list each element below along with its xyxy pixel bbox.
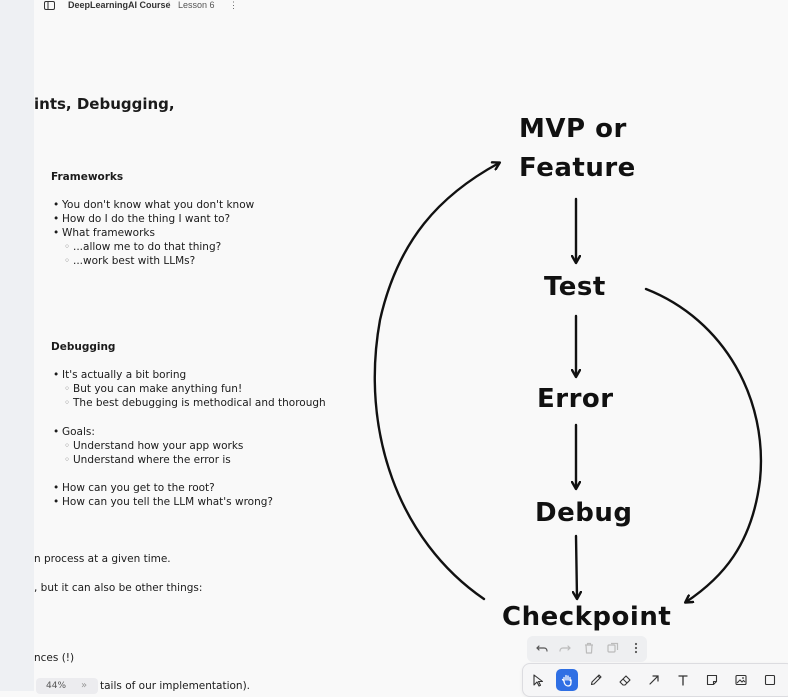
arrow-tool[interactable]: [643, 669, 665, 691]
arrow-checkpoint-to-mvp: [373, 163, 499, 601]
hand-icon: [561, 674, 572, 687]
select-tool[interactable]: [527, 669, 549, 691]
frame-tool[interactable]: [759, 669, 781, 691]
eraser-tool[interactable]: [614, 669, 636, 691]
flow-node-error: Error: [537, 384, 614, 414]
arrow-test-to-checkpoint: [644, 287, 763, 602]
flow-node-feature: Feature: [519, 153, 636, 183]
pen-tool[interactable]: [585, 669, 607, 691]
arrow-icon: [649, 675, 659, 685]
cursor-icon: [533, 674, 544, 687]
text-tool[interactable]: [672, 669, 694, 691]
flow-node-checkpoint: Checkpoint: [502, 602, 672, 632]
flow-node-debug: Debug: [535, 498, 633, 528]
action-bar: [527, 636, 647, 662]
flow-node-test: Test: [544, 272, 606, 302]
image-tool[interactable]: [730, 669, 752, 691]
pencil-icon: [590, 674, 602, 686]
redo-icon[interactable]: [558, 641, 572, 655]
rectangle-icon: [764, 674, 776, 686]
drawing-toolbar: [522, 663, 788, 697]
eraser-icon: [619, 675, 631, 686]
more-actions-icon[interactable]: [629, 641, 643, 655]
sticky-note-icon: [706, 674, 718, 686]
arrow-debug-to-checkpoint: [576, 534, 577, 598]
collapse-icon[interactable]: »: [81, 680, 87, 691]
duplicate-icon[interactable]: [606, 641, 620, 655]
flow-arrows: [373, 0, 763, 691]
zoom-control[interactable]: 44% »: [36, 678, 98, 694]
flow-node-mvp: MVP or: [519, 114, 627, 144]
note-tool[interactable]: [701, 669, 723, 691]
undo-icon[interactable]: [535, 641, 549, 655]
delete-icon[interactable]: [582, 641, 596, 655]
text-icon: [678, 675, 688, 686]
hand-tool[interactable]: [556, 669, 578, 691]
zoom-level: 44%: [46, 681, 67, 691]
image-icon: [735, 674, 747, 686]
